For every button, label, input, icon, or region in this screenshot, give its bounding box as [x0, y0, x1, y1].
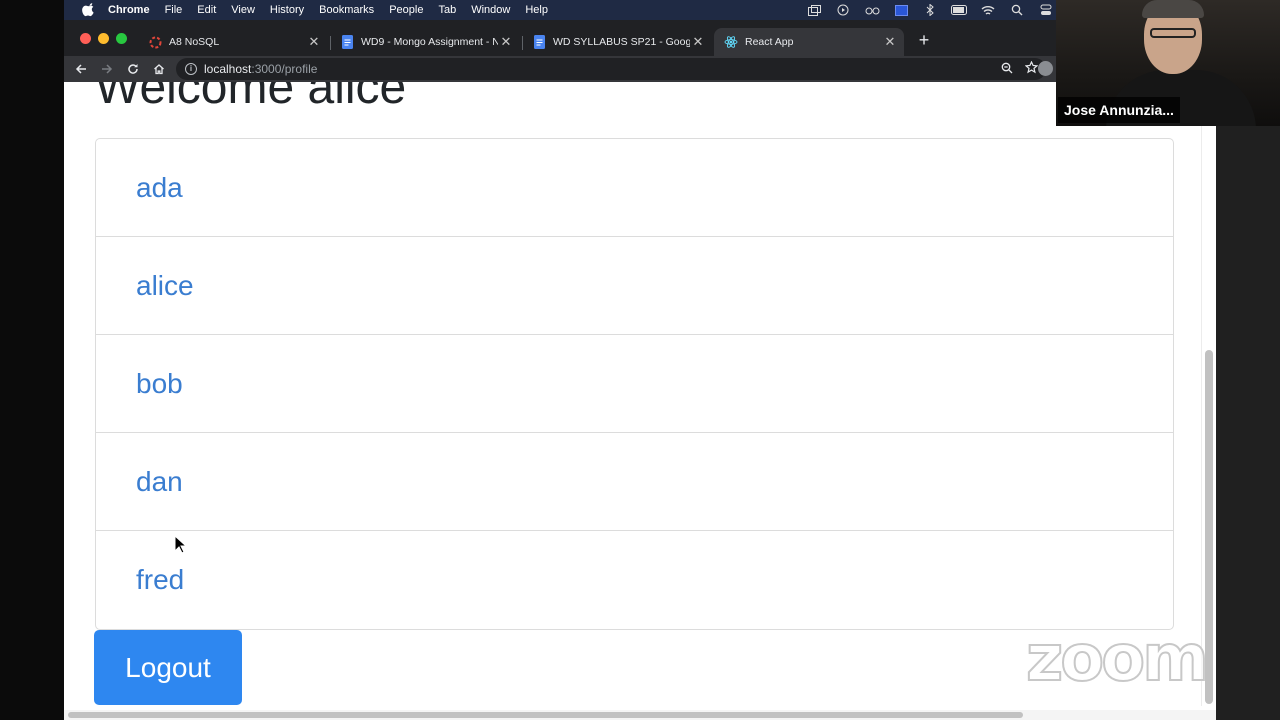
user-link-dan[interactable]: dan — [136, 466, 183, 498]
horizontal-scrollbar-thumb[interactable] — [68, 712, 1023, 718]
menu-history[interactable]: History — [270, 4, 304, 16]
display-icon[interactable] — [893, 3, 909, 17]
close-tab-icon[interactable]: ✕ — [498, 34, 514, 50]
tab-wd9-mongo-assignment[interactable]: WD9 - Mongo Assignment - N ✕ — [330, 28, 520, 56]
info-icon[interactable]: i — [185, 63, 197, 75]
desktop-background — [1216, 126, 1280, 720]
list-item: bob — [96, 335, 1173, 433]
browser-toolbar: i localhost:3000/profile — [64, 56, 1064, 82]
back-arrow-icon[interactable] — [72, 60, 90, 78]
browser-tab-strip: A8 NoSQL ✕ WD9 - Mongo Assignment - N ✕ … — [64, 20, 1064, 56]
close-tab-icon[interactable]: ✕ — [306, 34, 322, 50]
extension-icon[interactable] — [1038, 61, 1053, 76]
zoom-watermark: zoom — [1025, 621, 1210, 697]
tab-title: WD SYLLABUS SP21 - Google — [553, 36, 690, 48]
docs-icon — [340, 35, 354, 49]
logout-button[interactable]: Logout — [94, 630, 242, 705]
page-title: Welcome alice — [95, 82, 407, 114]
tab-a8-nosql[interactable]: A8 NoSQL ✕ — [138, 28, 328, 56]
tab-title: WD9 - Mongo Assignment - N — [361, 36, 498, 48]
search-icon[interactable] — [1009, 3, 1025, 17]
list-item: dan — [96, 433, 1173, 531]
user-link-fred[interactable]: fred — [136, 564, 184, 596]
apple-icon[interactable] — [82, 3, 96, 17]
react-icon — [724, 35, 738, 49]
vertical-scrollbar[interactable] — [1201, 82, 1216, 706]
menu-file[interactable]: File — [165, 4, 183, 16]
user-link-bob[interactable]: bob — [136, 368, 183, 400]
user-list: ada alice bob dan fred — [95, 138, 1174, 630]
person-glasses — [1150, 28, 1196, 38]
menu-help[interactable]: Help — [525, 4, 548, 16]
close-window-button[interactable] — [80, 33, 91, 44]
user-link-alice[interactable]: alice — [136, 270, 194, 302]
screen-mirror-icon[interactable] — [806, 3, 822, 17]
user-link-ada[interactable]: ada — [136, 172, 183, 204]
macos-menu-bar: Chrome File Edit View History Bookmarks … — [64, 0, 1064, 20]
tab-title: A8 NoSQL — [169, 36, 220, 48]
list-item: alice — [96, 237, 1173, 335]
address-bar[interactable]: i localhost:3000/profile — [176, 58, 1046, 80]
menu-chrome[interactable]: Chrome — [108, 4, 150, 16]
tab-title: React App — [745, 36, 794, 48]
vertical-scrollbar-thumb[interactable] — [1205, 350, 1213, 704]
url-path: :3000/profile — [251, 62, 318, 76]
forward-arrow-icon[interactable] — [98, 60, 116, 78]
close-tab-icon[interactable]: ✕ — [690, 34, 706, 50]
address-bar-actions — [1001, 58, 1039, 80]
tab-wd-syllabus[interactable]: WD SYLLABUS SP21 - Google ✕ — [522, 28, 712, 56]
menu-bar-status-area — [806, 0, 1054, 20]
reload-icon[interactable] — [124, 60, 142, 78]
menu-view[interactable]: View — [231, 4, 255, 16]
bookmark-star-icon[interactable] — [1024, 60, 1039, 77]
bluetooth-icon[interactable] — [922, 3, 938, 17]
docs-icon — [532, 35, 546, 49]
menu-edit[interactable]: Edit — [197, 4, 216, 16]
person-cap — [1142, 0, 1204, 18]
participant-video: Jose Annunzia... — [1056, 0, 1280, 126]
mouse-cursor-icon — [174, 535, 188, 554]
wifi-icon[interactable] — [980, 3, 996, 17]
horizontal-scrollbar[interactable] — [64, 710, 1216, 720]
menu-window[interactable]: Window — [471, 4, 510, 16]
control-center-icon[interactable] — [1038, 3, 1054, 17]
close-tab-icon[interactable]: ✕ — [882, 34, 898, 50]
zoom-magnifier-icon[interactable] — [1001, 62, 1013, 77]
screen: Chrome File Edit View History Bookmarks … — [0, 0, 1280, 720]
maximize-window-button[interactable] — [116, 33, 127, 44]
red-spinner-icon — [148, 35, 162, 49]
menu-people[interactable]: People — [389, 4, 423, 16]
glasses-icon[interactable] — [864, 3, 880, 17]
menu-tab[interactable]: Tab — [438, 4, 456, 16]
list-item: ada — [96, 139, 1173, 237]
tab-react-app[interactable]: React App ✕ — [714, 28, 904, 56]
menu-bookmarks[interactable]: Bookmarks — [319, 4, 374, 16]
new-tab-button[interactable]: + — [914, 30, 934, 50]
participant-name: Jose Annunzia... — [1058, 97, 1180, 123]
minimize-window-button[interactable] — [98, 33, 109, 44]
home-icon[interactable] — [150, 60, 168, 78]
play-circle-icon[interactable] — [835, 3, 851, 17]
url-host: localhost — [204, 62, 252, 76]
battery-icon[interactable] — [951, 3, 967, 17]
list-item: fred — [96, 531, 1173, 629]
